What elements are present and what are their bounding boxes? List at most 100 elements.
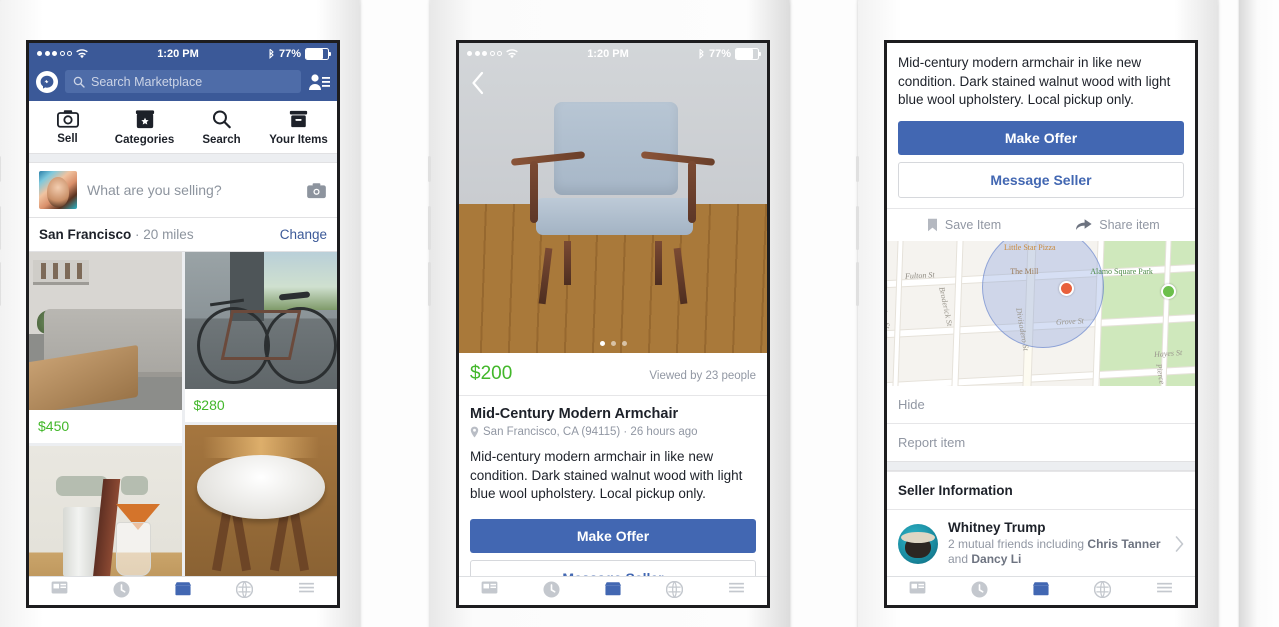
seller-row[interactable]: Whitney Trump 2 mutual friends including…	[887, 509, 1195, 580]
tab-your-items[interactable]: Your Items	[260, 109, 337, 146]
hide-item-button[interactable]: Hide	[887, 385, 1195, 424]
signal-strength-icon	[37, 51, 72, 56]
tab-requests[interactable]	[521, 581, 583, 598]
section-divider	[887, 460, 1195, 471]
save-item-button[interactable]: Save Item	[887, 209, 1041, 241]
tab-notifications[interactable]	[1072, 581, 1134, 598]
tab-search[interactable]: Search	[183, 109, 260, 146]
listings-grid: $450 $280	[29, 252, 337, 598]
item-location-time: San Francisco, CA (94115) · 26 hours ago	[483, 426, 698, 438]
mutual-join: and	[948, 552, 972, 567]
composer-row[interactable]: What are you selling?	[29, 163, 337, 218]
phone-device-3: Mid-century modern armchair in like new …	[856, 0, 1218, 627]
poi-label-little-star-pizza: Little Star Pizza	[1004, 242, 1056, 252]
bluetooth-icon	[699, 48, 704, 59]
tab-your-items-label: Your Items	[269, 134, 328, 146]
location-separator: ·	[131, 227, 144, 242]
map-label-broderick-st: Broderick St	[936, 285, 954, 327]
friend-requests-icon[interactable]	[308, 72, 330, 92]
price-row: $200 Viewed by 23 people	[459, 353, 767, 396]
tab-more[interactable]	[705, 581, 767, 594]
chevron-right-icon	[1175, 536, 1184, 552]
status-bar: 1:20 PM 77%	[29, 43, 337, 64]
tab-requests[interactable]	[91, 581, 153, 598]
make-offer-button[interactable]: Make Offer	[470, 518, 756, 553]
battery-icon	[734, 47, 761, 60]
change-location-button[interactable]: Change	[280, 227, 327, 242]
view-count: Viewed by 23 people	[649, 370, 756, 382]
share-arrow-icon	[1076, 219, 1092, 231]
mutual-prefix: 2 mutual friends including	[948, 536, 1088, 551]
phone-device-2: 1:20 PM 77% $200 Viewed by 23 people Mid…	[428, 0, 790, 627]
camera-icon[interactable]	[306, 182, 327, 199]
location-pin-icon	[470, 426, 479, 438]
item-meta: San Francisco, CA (94115) · 26 hours ago	[470, 426, 756, 438]
phone-3-screen: Mid-century modern armchair in like new …	[884, 40, 1198, 608]
listing-card[interactable]: $450	[29, 252, 182, 443]
phone-1-screen: 1:20 PM 77% Search Marketplace Sell Cate…	[26, 40, 340, 608]
screenshot-stage: 1:20 PM 77% Search Marketplace Sell Cate…	[0, 0, 1279, 627]
tab-more[interactable]	[1133, 581, 1195, 594]
listing-photo	[184, 425, 337, 577]
messenger-icon[interactable]	[36, 70, 58, 93]
save-item-label: Save Item	[944, 217, 1002, 232]
listing-price: $450	[38, 418, 70, 434]
tab-news-feed[interactable]	[887, 581, 949, 594]
avatar	[898, 523, 938, 564]
archive-box-icon	[289, 110, 308, 128]
signal-strength-icon	[467, 51, 502, 56]
message-seller-button[interactable]: Message Seller	[898, 161, 1184, 198]
tab-sell[interactable]: Sell	[29, 109, 106, 146]
tab-categories[interactable]: Categories	[106, 109, 183, 146]
tab-marketplace[interactable]	[582, 581, 644, 596]
item-location-map[interactable]: Fulton St Broderick St Grove St Divisade…	[887, 240, 1195, 386]
tab-marketplace[interactable]	[152, 581, 214, 596]
marketplace-tab-strip: Sell Categories Search Your Items	[29, 101, 337, 154]
share-item-button[interactable]: Share item	[1041, 209, 1195, 241]
listing-price: $280	[193, 397, 225, 413]
location-text: San Francisco · 20 miles	[39, 227, 194, 242]
mutual-friends-text: 2 mutual friends including Chris Tanner …	[948, 537, 1165, 568]
item-description: Mid-century modern armchair in like new …	[470, 449, 743, 502]
location-city: San Francisco	[39, 227, 132, 242]
composer-placeholder: What are you selling?	[87, 182, 222, 198]
photo-carousel-dots[interactable]	[459, 341, 767, 346]
mutual-friend-2: Dancy Li	[971, 552, 1022, 567]
app-tab-bar	[459, 576, 767, 605]
tab-notifications[interactable]	[214, 581, 276, 598]
search-placeholder-text: Search Marketplace	[91, 74, 203, 89]
back-chevron-icon	[472, 71, 484, 95]
tab-news-feed[interactable]	[459, 581, 521, 594]
tab-more[interactable]	[275, 581, 337, 594]
listing-photo	[184, 252, 337, 389]
marketplace-nav-bar: Search Marketplace	[29, 64, 337, 101]
map-park-area	[1099, 240, 1195, 386]
search-icon	[212, 110, 231, 129]
tab-news-feed[interactable]	[29, 581, 91, 594]
back-button[interactable]	[471, 71, 485, 100]
item-photo-hero[interactable]: 1:20 PM 77%	[459, 43, 767, 353]
tab-marketplace[interactable]	[1010, 581, 1072, 596]
location-bar: San Francisco · 20 miles Change	[29, 218, 337, 252]
wifi-icon	[506, 48, 518, 58]
map-label-fulton-st: Fulton St	[905, 270, 936, 281]
listing-card[interactable]: $280	[184, 252, 337, 422]
listing-card[interactable]	[184, 425, 337, 577]
listings-column-right: $280	[184, 252, 337, 598]
tab-requests[interactable]	[949, 581, 1011, 598]
save-share-row: Save Item Share item	[887, 207, 1195, 241]
tab-notifications[interactable]	[644, 581, 706, 598]
poi-label-alamo-square-park: Alamo Square Park	[1090, 266, 1153, 276]
phone-device-1: 1:20 PM 77% Search Marketplace Sell Cate…	[0, 0, 360, 627]
report-item-button[interactable]: Report item	[887, 423, 1195, 461]
item-price: $200	[470, 363, 513, 384]
map-label-baker-st: Baker St	[887, 300, 892, 330]
partial-phone-right	[1239, 0, 1279, 627]
avatar	[39, 171, 77, 209]
poi-label-the-mill: The Mill	[1010, 266, 1039, 276]
status-bar-time: 1:20 PM	[157, 47, 199, 60]
make-offer-button[interactable]: Make Offer	[898, 120, 1184, 155]
search-input[interactable]: Search Marketplace	[65, 70, 301, 93]
item-detail: Mid-Century Modern Armchair San Francisc…	[459, 396, 767, 508]
tab-search-label: Search	[202, 134, 241, 146]
